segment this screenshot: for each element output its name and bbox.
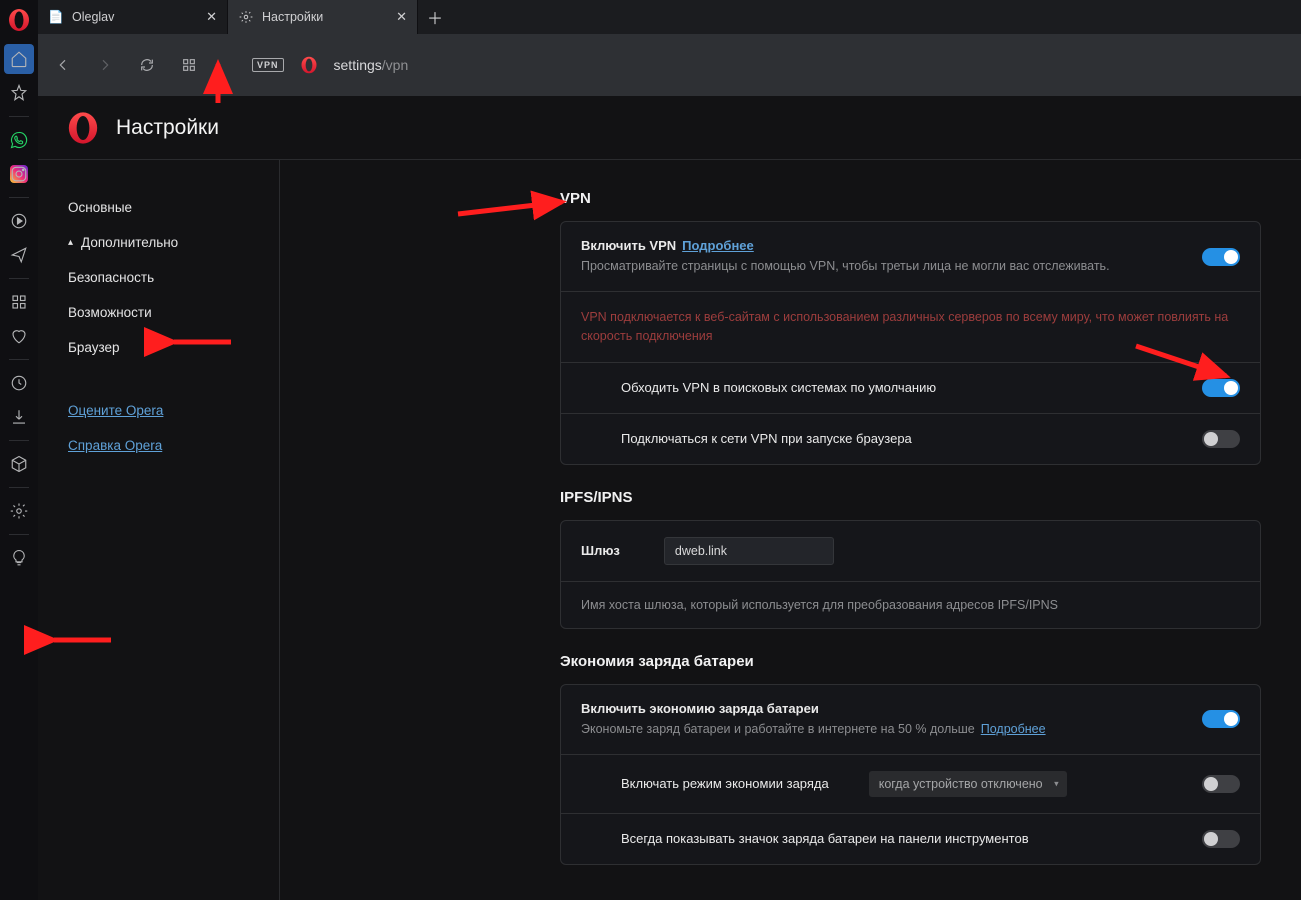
heart-icon[interactable] [0,319,38,353]
whatsapp-icon[interactable] [0,123,38,157]
section-heading-ipfs: IPFS/IPNS [560,489,1261,506]
battery-icon-label: Всегда показывать значок заряда батареи … [621,831,1188,846]
section-heading-vpn: VPN [560,190,1261,207]
tab-label: Oleglav [72,10,114,24]
ipfs-gateway-label: Шлюз [581,543,620,558]
back-button[interactable] [50,52,76,78]
sidebar-link-rate[interactable]: Оцените Opera [38,393,279,428]
opera-logo-icon[interactable] [7,8,31,32]
vpn-autoconnect-label: Подключаться к сети VPN при запуске брау… [621,431,1188,446]
close-icon[interactable]: ✕ [206,9,217,25]
lightbulb-icon[interactable] [0,541,38,575]
settings-body: Основные ▴Дополнительно Безопасность Воз… [38,160,1301,900]
player-icon[interactable] [0,204,38,238]
vpn-panel: Включить VPN Подробнее Просматривайте стр… [560,221,1261,465]
battery-enable-title: Включить экономию заряда батареи [581,701,1188,716]
new-tab-button[interactable]: ＋ [418,0,452,34]
vpn-bypass-toggle[interactable] [1202,379,1240,397]
ipfs-gateway-hint: Имя хоста шлюза, который используется дл… [581,598,1058,612]
vpn-badge[interactable]: VPN [252,58,284,72]
tiles-icon[interactable] [176,52,202,78]
sidebar-link-help[interactable]: Справка Opera [38,428,279,463]
sidebar-item-features[interactable]: Возможности [38,295,279,330]
vpn-enable-title: Включить VPN [581,238,676,253]
vpn-bypass-label: Обходить VPN в поисковых системах по умо… [621,380,1188,395]
battery-enable-desc: Экономьте заряд батареи и работайте в ин… [581,722,975,736]
send-icon[interactable] [0,238,38,272]
gear-icon[interactable] [0,494,38,528]
gear-icon [238,9,254,25]
instagram-icon[interactable] [0,157,38,191]
reload-button[interactable] [134,52,160,78]
main-column: 📄 Oleglav ✕ Настройки ✕ ＋ VPN settings/v… [38,0,1301,900]
sidebar-item-browser[interactable]: Браузер [38,330,279,365]
battery-panel: Включить экономию заряда батареи Экономь… [560,684,1261,865]
downloads-icon[interactable] [0,400,38,434]
tab-favicon-icon: 📄 [48,9,64,25]
tab-label: Настройки [262,10,323,24]
vpn-learn-more-link[interactable]: Подробнее [682,238,754,253]
battery-mode-select[interactable]: когда устройство отключено [869,771,1067,797]
history-icon[interactable] [0,366,38,400]
vpn-enable-desc: Просматривайте страницы с помощью VPN, ч… [581,257,1188,275]
opera-logo-icon [300,56,318,74]
page-title: Настройки [116,116,219,140]
settings-content[interactable]: VPN Включить VPN Подробнее Просматривайте… [280,160,1301,900]
tab-settings[interactable]: Настройки ✕ [228,0,418,34]
cube-icon[interactable] [0,447,38,481]
close-icon[interactable]: ✕ [396,9,407,25]
battery-mode-toggle[interactable] [1202,775,1240,793]
apps-icon[interactable] [0,285,38,319]
tab-strip: 📄 Oleglav ✕ Настройки ✕ ＋ [38,0,1301,34]
tab-oleglav[interactable]: 📄 Oleglav ✕ [38,0,228,34]
forward-button[interactable] [92,52,118,78]
address-bar: VPN settings/vpn [38,34,1301,96]
battery-mode-label: Включать режим экономии заряда [621,776,829,791]
vpn-autoconnect-toggle[interactable] [1202,430,1240,448]
vpn-warning: VPN подключается к веб-сайтам с использо… [581,308,1240,346]
battery-learn-more-link[interactable]: Подробнее [981,722,1046,736]
opera-logo-icon [66,111,100,145]
bookmark-icon[interactable] [0,76,38,110]
settings-sidebar: Основные ▴Дополнительно Безопасность Воз… [38,160,280,900]
sidebar-item-security[interactable]: Безопасность [38,260,279,295]
sidebar-item-advanced[interactable]: ▴Дополнительно [38,225,279,260]
ipfs-gateway-input[interactable]: dweb.link [664,537,834,565]
sidebar-item-basic[interactable]: Основные [38,190,279,225]
home-icon[interactable] [4,44,34,74]
address-text[interactable]: settings/vpn [334,57,409,73]
battery-enable-toggle[interactable] [1202,710,1240,728]
page-header: Настройки [38,96,1301,160]
section-heading-battery: Экономия заряда батареи [560,653,1261,670]
chevron-down-icon: ▴ [68,237,73,248]
ipfs-panel: Шлюз dweb.link Имя хоста шлюза, который … [560,520,1261,629]
activity-bar [0,0,38,900]
vpn-enable-toggle[interactable] [1202,248,1240,266]
battery-icon-toggle[interactable] [1202,830,1240,848]
